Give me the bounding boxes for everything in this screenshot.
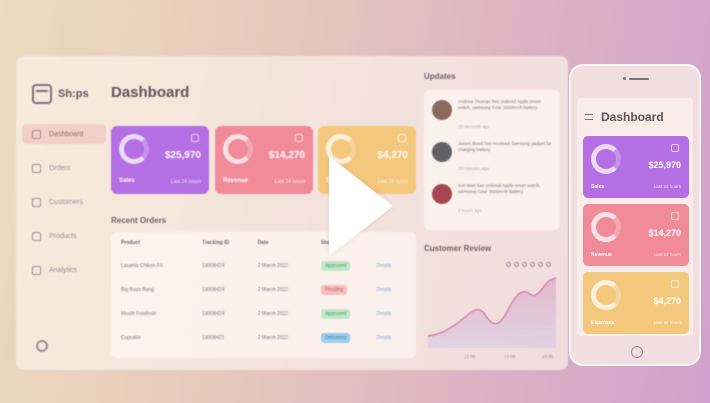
play-icon[interactable] [329,156,393,256]
